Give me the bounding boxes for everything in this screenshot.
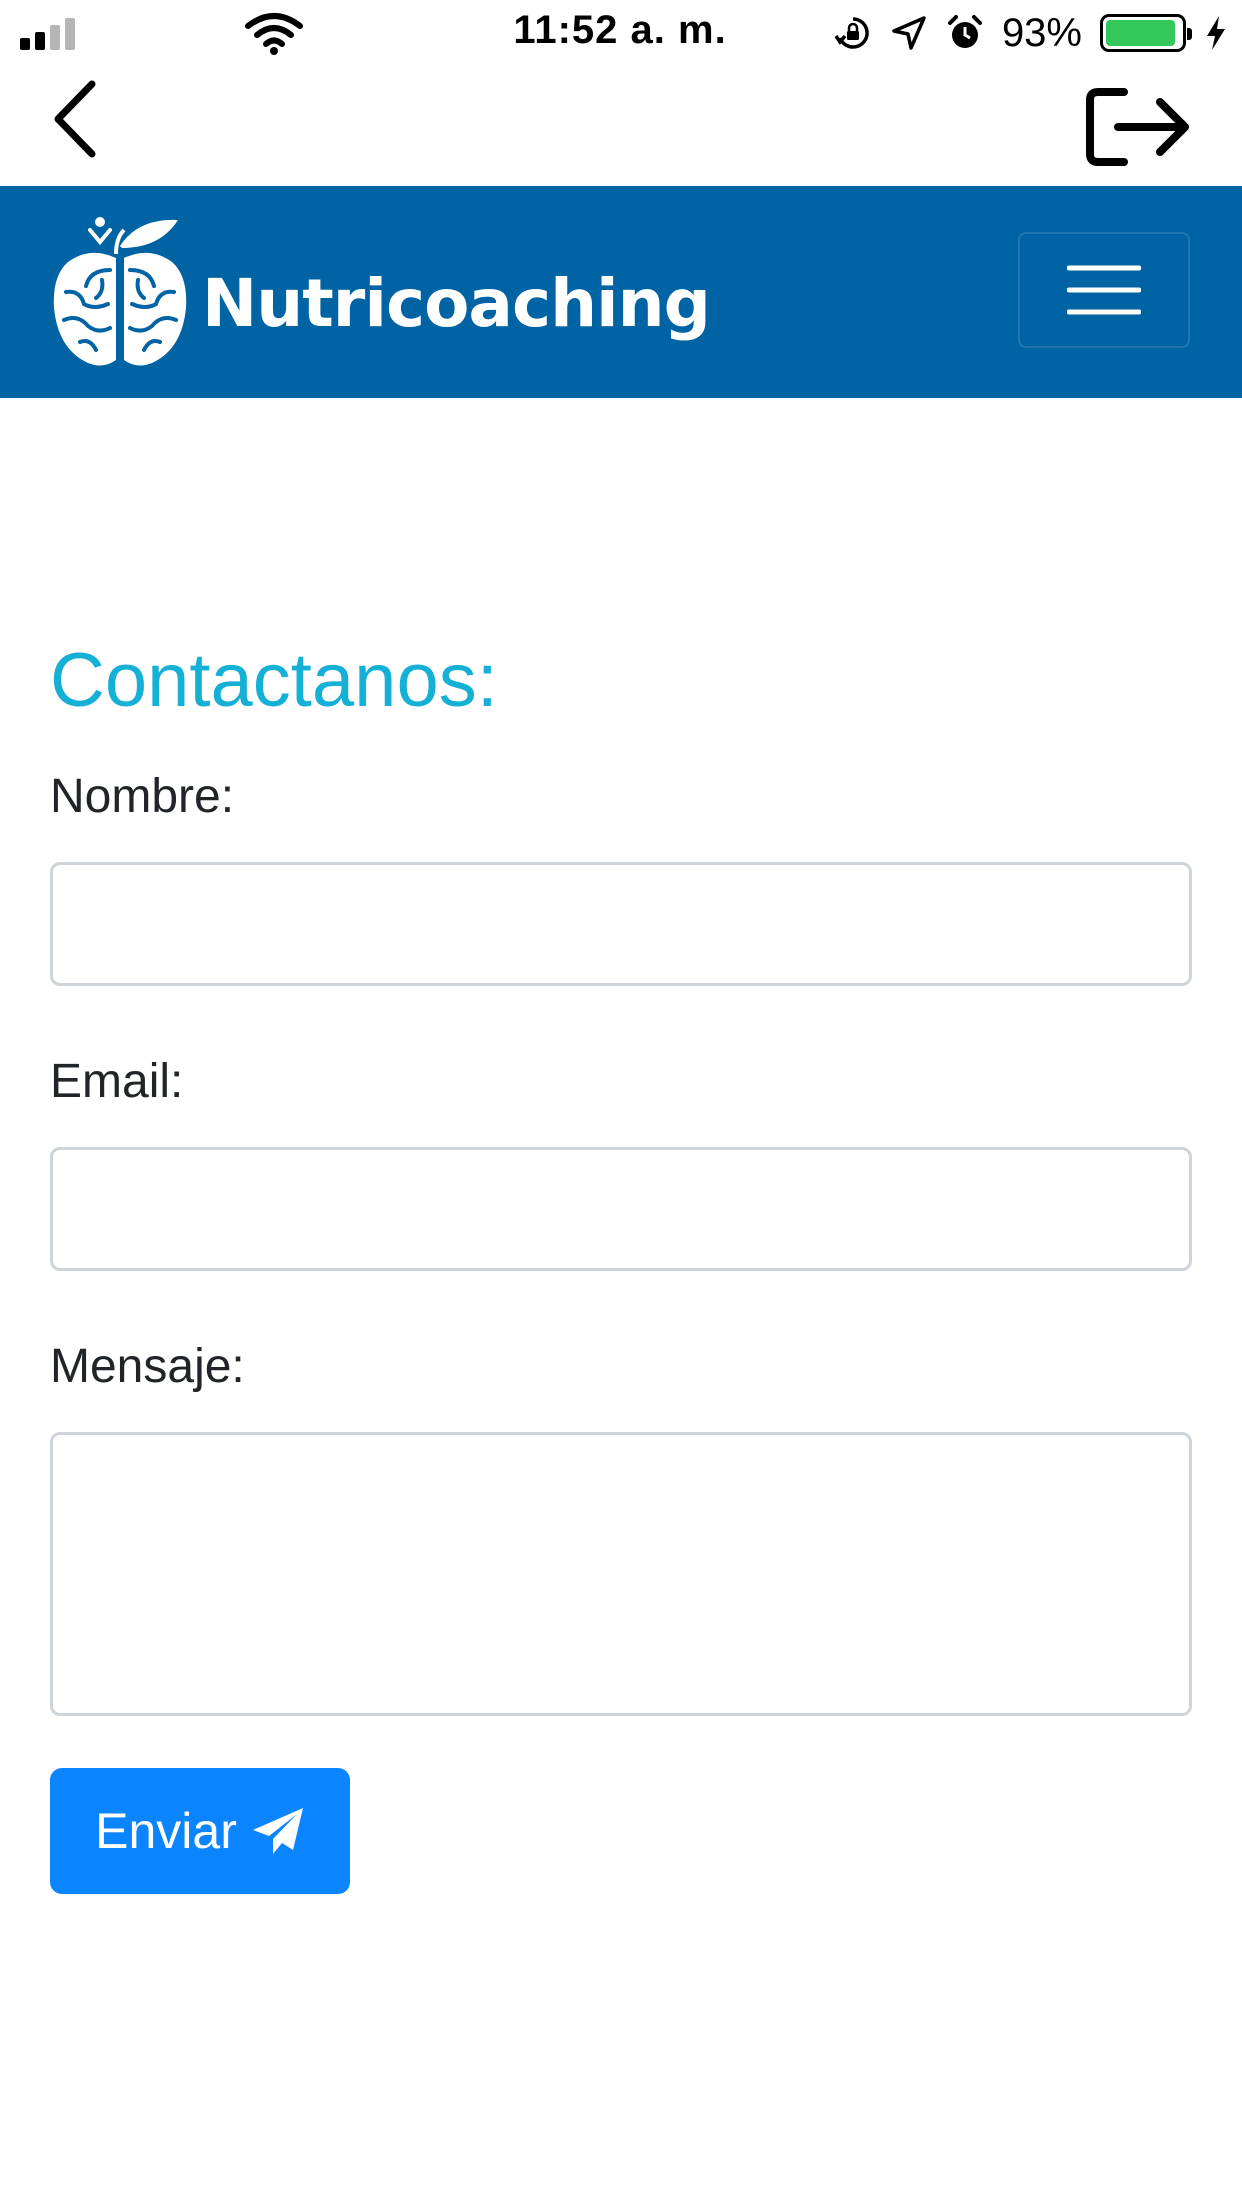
email-label: Email: bbox=[50, 1055, 184, 1108]
submit-button[interactable]: Enviar bbox=[50, 1768, 350, 1894]
battery-icon bbox=[1100, 14, 1192, 52]
status-bar: 11:52 a. m. 93% bbox=[0, 0, 1242, 66]
alarm-icon bbox=[947, 15, 982, 48]
location-arrow-icon bbox=[892, 16, 926, 50]
logout-icon[interactable] bbox=[1084, 84, 1194, 170]
orientation-lock-icon bbox=[834, 17, 869, 49]
email-input[interactable] bbox=[50, 1147, 1192, 1271]
charging-bolt-icon bbox=[1207, 16, 1225, 50]
submit-button-label: Enviar bbox=[95, 1803, 237, 1859]
navbar: Nutricoaching bbox=[0, 186, 1242, 398]
apple-brain-logo-icon bbox=[53, 217, 187, 366]
status-right-group: 93% bbox=[834, 10, 1228, 56]
contact-form-title: Contactanos: bbox=[50, 638, 498, 723]
name-input[interactable] bbox=[50, 862, 1192, 986]
brand-link[interactable]: Nutricoaching bbox=[50, 210, 711, 374]
battery-level-fill bbox=[1106, 20, 1175, 46]
hamburger-menu-icon bbox=[1067, 265, 1141, 315]
signal-icon bbox=[20, 16, 75, 50]
battery-percent: 93% bbox=[1001, 10, 1082, 55]
message-label: Mensaje: bbox=[50, 1340, 245, 1393]
paper-plane-icon bbox=[252, 1808, 303, 1854]
app-nav-row bbox=[0, 66, 1242, 186]
chevron-left-icon[interactable] bbox=[44, 74, 110, 164]
wifi-icon bbox=[245, 13, 303, 55]
menu-toggle-button[interactable] bbox=[1018, 232, 1190, 348]
status-time: 11:52 a. m. bbox=[513, 8, 727, 52]
name-label: Nombre: bbox=[50, 770, 235, 823]
brand-name: Nutricoaching bbox=[202, 264, 711, 342]
message-textarea[interactable] bbox=[50, 1432, 1192, 1716]
